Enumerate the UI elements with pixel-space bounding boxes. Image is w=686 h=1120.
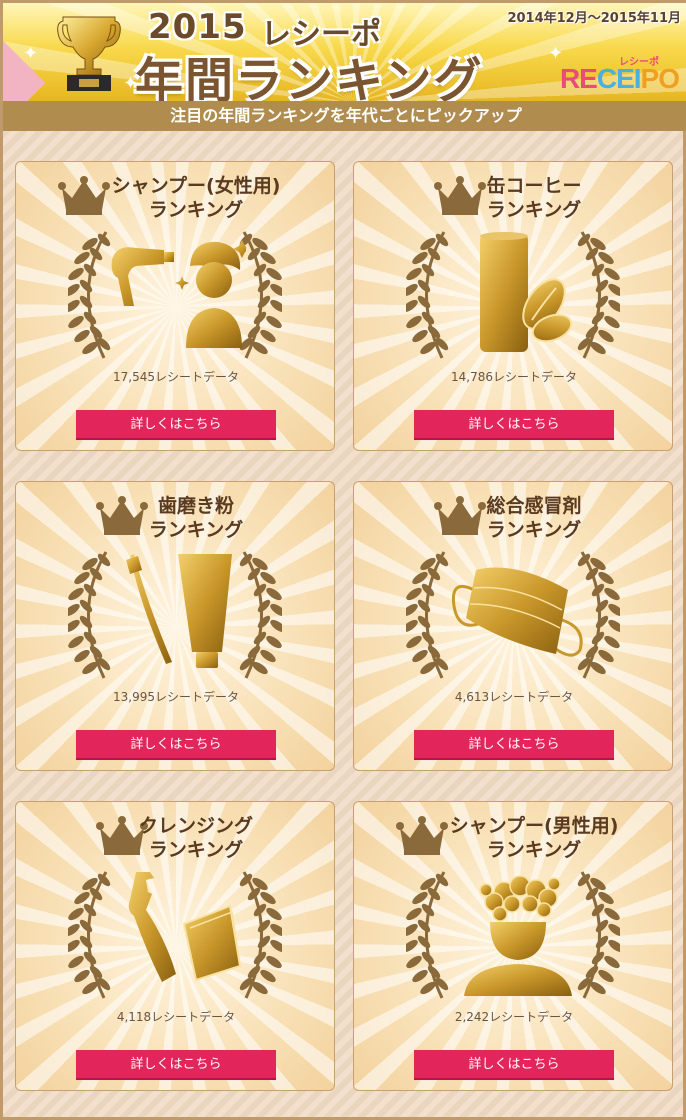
ranking-card: シャンプー(女性用) ランキング 17,545レシートデータ詳しくはこちら — [15, 161, 335, 451]
receipt-count: 4,118レシートデータ — [116, 1010, 236, 1024]
trophy-icon — [57, 16, 121, 91]
subtitle-bar: 注目の年間ランキングを年代ごとにピックアップ — [3, 101, 686, 131]
details-button[interactable]: 詳しくはこちら — [76, 730, 276, 760]
details-button[interactable]: 詳しくはこちら — [414, 410, 614, 440]
card-title-line2: ランキング — [148, 199, 244, 221]
receipt-count: 4,613レシートデータ — [454, 690, 574, 704]
card-title-line1: シャンプー(男性用) — [449, 815, 619, 837]
card-title: 缶コーヒー ランキング — [354, 174, 672, 222]
card-title: 総合感冒剤 ランキング — [354, 494, 672, 542]
card-title-line1: 缶コーヒー — [486, 175, 582, 197]
ranking-card: 缶コーヒー ランキング 14,786レシートデータ詳しくはこちら — [353, 161, 673, 451]
card-title-line1: 総合感冒剤 — [486, 495, 582, 517]
details-button[interactable]: 詳しくはこちら — [76, 410, 276, 440]
card-title: シャンプー(男性用) ランキング — [354, 814, 672, 862]
details-button[interactable]: 詳しくはこちら — [414, 730, 614, 760]
receipt-count: 17,545レシートデータ — [113, 370, 239, 384]
page-title: 年間ランキング — [135, 53, 484, 103]
sparkle-icon: ✦ — [23, 43, 39, 64]
receipt-count: 2,242レシートデータ — [454, 1010, 574, 1024]
man-shampoo-icon — [444, 870, 584, 1000]
ranking-card: 総合感冒剤 ランキング 4,613レシートデータ詳しくはこちら — [353, 481, 673, 771]
card-title: 歯磨き粉 ランキング — [16, 494, 334, 542]
coffee-can-icon — [444, 230, 584, 360]
receipt-count: 13,995レシートデータ — [113, 690, 239, 704]
card-title-line2: ランキング — [148, 519, 244, 541]
cleansing-bottle-icon — [106, 870, 246, 1000]
card-title-line1: クレンジング — [138, 815, 253, 837]
card-title: シャンプー(女性用) ランキング — [16, 174, 334, 222]
card-title-line2: ランキング — [486, 519, 582, 541]
ranking-card: シャンプー(男性用) ランキング 2,242レシートデータ詳しくはこちら — [353, 801, 673, 1091]
ranking-card: 歯磨き粉 ランキング 13,995レシートデータ詳しくはこちら — [15, 481, 335, 771]
details-button[interactable]: 詳しくはこちら — [76, 1050, 276, 1080]
card-title-line1: シャンプー(女性用) — [111, 175, 281, 197]
card-title-line2: ランキング — [148, 839, 244, 861]
header-banner: ✦ ✦ ✦ 2015 レシーポ 年間ランキング 2014年12月～2015年11… — [3, 3, 686, 103]
period-text: 2014年12月～2015年11月 — [507, 11, 681, 26]
page: ✦ ✦ ✦ 2015 レシーポ 年間ランキング 2014年12月～2015年11… — [0, 0, 686, 1120]
card-title-line2: ランキング — [486, 199, 582, 221]
card-title-line2: ランキング — [486, 839, 582, 861]
mask-icon — [444, 550, 584, 680]
receipo-logo[interactable]: RECEIPO — [560, 63, 680, 95]
toothpaste-icon — [106, 550, 246, 680]
card-title: クレンジング ランキング — [16, 814, 334, 862]
card-title-line1: 歯磨き粉 — [157, 495, 234, 517]
details-button[interactable]: 詳しくはこちら — [414, 1050, 614, 1080]
ranking-card: クレンジング ランキング 4,118レシートデータ詳しくはこちら — [15, 801, 335, 1091]
receipt-count: 14,786レシートデータ — [451, 370, 577, 384]
sparkle-icon: ✦ — [548, 43, 564, 64]
hairdryer-woman-icon — [106, 230, 251, 360]
